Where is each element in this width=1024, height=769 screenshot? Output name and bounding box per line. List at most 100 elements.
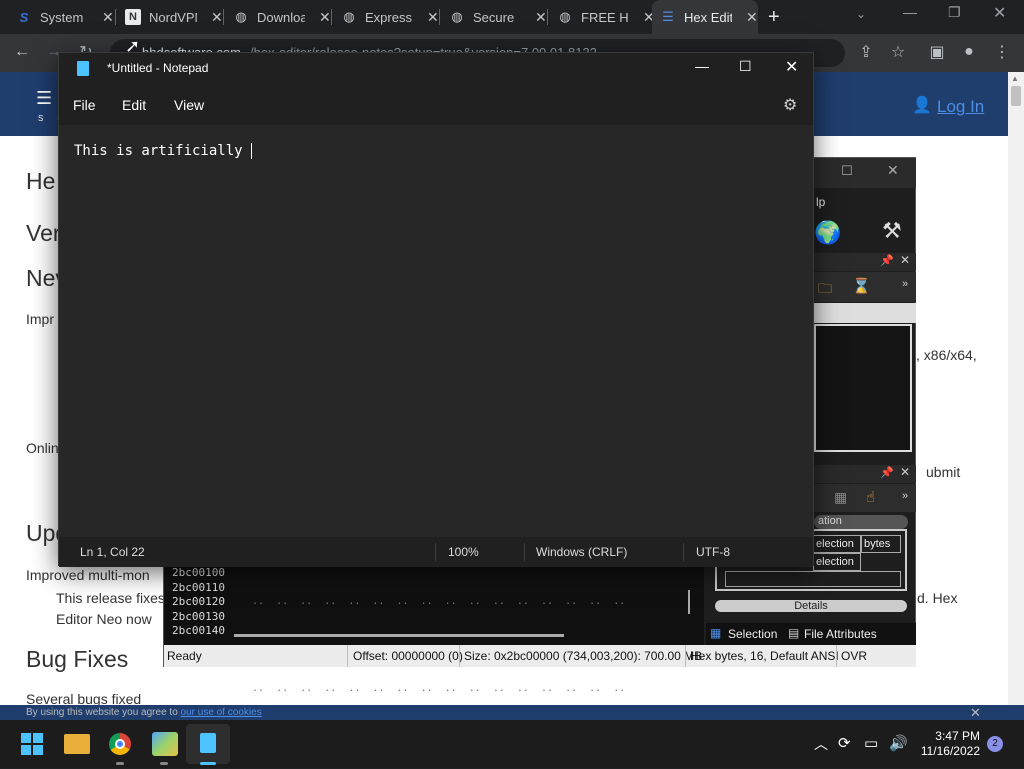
menu-file[interactable]: File (73, 97, 96, 113)
panel-header: 📌 ✕ (814, 253, 916, 271)
maximize-button[interactable]: ☐ (739, 58, 752, 75)
browser-tab[interactable]: ◍ Express ✕ (333, 0, 439, 34)
file-explorer-icon[interactable] (64, 734, 90, 754)
close-panel-icon[interactable]: ✕ (900, 253, 910, 267)
site-favicon-icon: S (19, 9, 29, 25)
status-line-ending: Windows (CRLF) (536, 545, 628, 559)
grid-icon[interactable]: ▦ (834, 489, 847, 506)
scroll-thumb[interactable] (1011, 86, 1021, 106)
offset-cell: 2bc00140 (172, 624, 225, 637)
notepad-window: *Untitled - Notepad — ☐ ✕ File Edit View… (58, 52, 814, 567)
document-text: This is artificially (74, 143, 252, 159)
browser-tab[interactable]: ◍ Secure ✕ (441, 0, 547, 34)
hex-editor-taskbar-icon[interactable] (152, 732, 178, 756)
start-button[interactable] (21, 733, 43, 755)
close-button[interactable]: ✕ (785, 57, 798, 77)
menu-view[interactable]: View (174, 97, 204, 113)
close-tab-icon[interactable]: ✕ (746, 9, 758, 26)
text-editor[interactable]: This is artificially (59, 125, 813, 537)
overflow-icon[interactable]: » (902, 490, 908, 502)
notepad-titlebar[interactable]: *Untitled - Notepad — ☐ ✕ (59, 53, 813, 85)
table-cell: election (813, 553, 861, 571)
page-text: This release fixes (56, 590, 165, 606)
table-cell: bytes (861, 535, 901, 553)
back-icon[interactable]: ← (12, 42, 32, 62)
restore-browser-button[interactable]: ❐ (948, 4, 961, 21)
browser-menu-icon[interactable]: ⋮ (992, 42, 1012, 62)
globe-toolbar-icon[interactable]: 🌍 (814, 220, 841, 246)
clock[interactable]: 3:47 PM 11/16/2022 (918, 729, 980, 759)
tab-selection[interactable]: Selection (728, 627, 777, 641)
status-zoom: 100% (448, 545, 479, 559)
network-icon[interactable]: ▭ (864, 734, 878, 752)
offset-cell: 2bc00130 (172, 609, 225, 623)
close-tab-icon[interactable]: ✕ (319, 9, 331, 26)
panel-toolbar: ▦ ☝ » (814, 484, 916, 512)
minimize-button[interactable]: — (695, 58, 709, 74)
page-text: , x86/x64, (916, 347, 977, 363)
sync-icon[interactable]: ⟳ (838, 734, 851, 752)
hand-icon[interactable]: ☝ (866, 488, 875, 506)
settings-gear-icon[interactable]: ⚙ (783, 95, 797, 115)
minimize-browser-button[interactable]: — (903, 4, 917, 20)
hex-titlebar (814, 158, 916, 188)
tab-label: NordVPN (149, 9, 197, 25)
hex-close-button[interactable]: ✕ (887, 162, 899, 179)
notification-badge[interactable]: 2 (987, 736, 1003, 752)
text-cursor (251, 143, 253, 159)
side-panel-icon[interactable]: ▣ (927, 42, 947, 62)
tab-label: Express (365, 9, 412, 25)
close-panel-icon[interactable]: ✕ (900, 465, 910, 479)
hex-help-menu[interactable]: lp (816, 195, 825, 209)
offset-cell: 2bc00100 (172, 566, 225, 579)
hex-data-view[interactable]: 2bc00100 2bc00110 2bc00120 2bc00130 2bc0… (164, 566, 704, 738)
pin-icon[interactable]: 📌 (880, 254, 894, 267)
menu-edit[interactable]: Edit (122, 97, 146, 113)
close-tab-icon[interactable]: ✕ (102, 9, 114, 26)
status-offset: Offset: 00000000 (0) (353, 649, 463, 663)
close-cookie-icon[interactable]: ✕ (970, 705, 981, 720)
volume-icon[interactable]: 🔊 (889, 734, 908, 752)
tab-file-attributes[interactable]: File Attributes (804, 627, 877, 641)
close-tab-icon[interactable]: ✕ (427, 9, 439, 26)
hex-restore-button[interactable]: ☐ (841, 163, 853, 179)
page-scrollbar[interactable]: ▲ ▼ (1008, 72, 1024, 720)
profile-icon[interactable]: ● (959, 42, 979, 62)
folder-icon[interactable]: 🗀 (818, 278, 832, 302)
tab-label: FREE Hex (581, 9, 629, 25)
tools-icon[interactable]: ⚒ (882, 218, 902, 244)
window-title: *Untitled - Notepad (107, 61, 209, 75)
close-tab-icon[interactable]: ✕ (211, 9, 223, 26)
login-link[interactable]: Log In (937, 97, 984, 117)
tab-label: Download (257, 9, 305, 25)
pin-icon[interactable]: 📌 (880, 466, 894, 479)
hex-row: .. .. .. .. .. .. .. .. .. .. .. .. .. .… (252, 683, 626, 694)
notepad-taskbar-icon (200, 733, 216, 753)
chrome-icon[interactable] (109, 733, 131, 755)
horizontal-scrollbar[interactable] (234, 634, 564, 637)
notepad-taskbar-button[interactable] (186, 724, 230, 765)
scroll-up-icon[interactable]: ▲ (1011, 74, 1019, 83)
vertical-scrollbar[interactable] (688, 590, 690, 614)
browser-tab[interactable]: N NordVPN ✕ (117, 0, 223, 34)
file-attributes-tab-icon: ▤ (788, 626, 800, 640)
close-tab-icon[interactable]: ✕ (535, 9, 547, 26)
browser-tab-active[interactable]: ☰ Hex Editor ✕ (652, 0, 758, 34)
overflow-icon[interactable]: » (902, 278, 908, 290)
date: 11/16/2022 (920, 744, 980, 758)
tab-search-icon[interactable]: ⌄ (856, 7, 866, 21)
chevron-up-icon[interactable]: ︿ (814, 734, 828, 754)
bookmark-star-icon[interactable]: ☆ (888, 42, 908, 62)
share-icon[interactable]: ⇪ (856, 42, 876, 62)
hourglass-icon[interactable]: ⌛ (852, 277, 871, 295)
browser-tab[interactable]: S System ✕ (8, 0, 114, 34)
panel-toolbar: 🗀 ⌛ » (814, 272, 916, 302)
new-tab-button[interactable]: + (768, 6, 788, 28)
close-browser-button[interactable]: ✕ (993, 3, 1006, 23)
cookie-link[interactable]: our use of cookies (181, 707, 262, 718)
details-button[interactable]: Details (715, 600, 907, 612)
offset-cell: 2bc00120 (172, 595, 225, 608)
hex-editor-favicon-icon: ☰ (662, 9, 674, 24)
browser-tab[interactable]: ◍ FREE Hex ✕ (549, 0, 655, 34)
browser-tab[interactable]: ◍ Download ✕ (225, 0, 331, 34)
